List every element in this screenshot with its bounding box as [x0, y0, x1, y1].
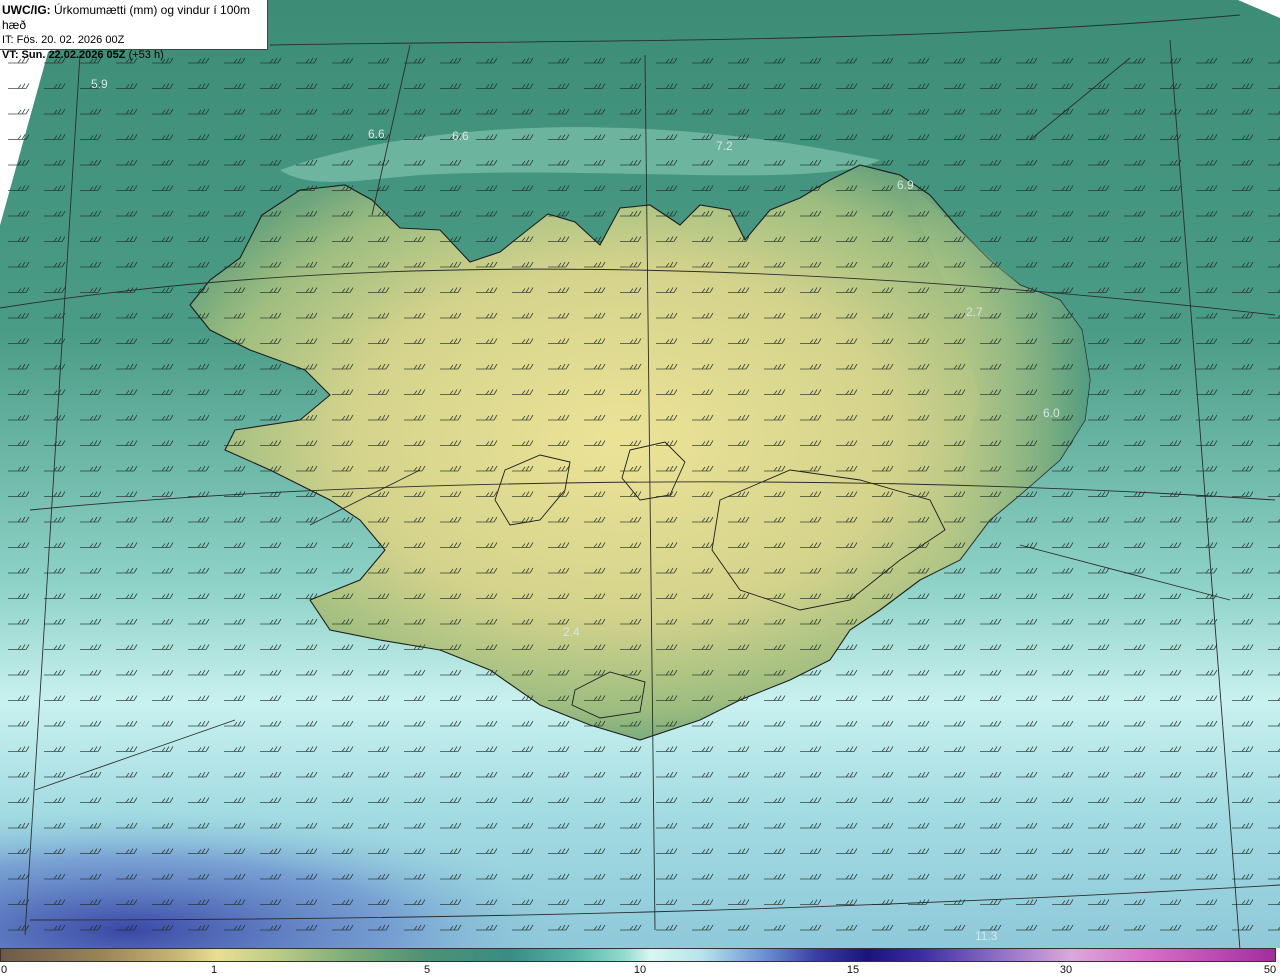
- map-value-label: 5.9: [91, 77, 108, 91]
- colorbar: 0 1 5 10 15 30 50: [0, 948, 1280, 978]
- map-value-label: 6.6: [368, 127, 385, 141]
- colorbar-tick: 1: [210, 964, 218, 976]
- map-value-label: 7.2: [716, 139, 733, 153]
- colorbar-tick: 50: [1263, 964, 1277, 976]
- init-time: IT: Fös. 20. 02. 2026 00Z: [2, 34, 125, 46]
- valid-time: VT: Sun. 22.02.2026 05Z (+53 h): [2, 48, 267, 63]
- map-value-label: 6.6: [452, 129, 469, 143]
- map-value-label: 11.3: [975, 929, 998, 943]
- valid-time-date: VT: Sun. 22.02.2026 05Z: [2, 49, 126, 61]
- map-info-box: UWC/IG: Úrkomumætti (mm) og vindur í 100…: [0, 0, 268, 61]
- map-value-label: 6.9: [897, 178, 914, 192]
- colorbar-tick: 15: [846, 964, 860, 976]
- forecast-lead-time: (+53 h): [128, 49, 164, 61]
- colorbar-tick: 5: [423, 964, 431, 976]
- map-value-label: 2.7: [966, 305, 983, 319]
- map-value-label: 2.4: [563, 625, 580, 639]
- colorbar-tick: 30: [1059, 964, 1073, 976]
- map-view[interactable]: 5.9 6.6 6.6 7.2 6.9 2.7 6.0 2.4 11.3 UWC…: [0, 0, 1280, 978]
- wind-barbs-field: [0, 40, 1280, 948]
- colorbar-tick: 0: [0, 964, 8, 976]
- product-code: UWC/IG:: [2, 3, 51, 17]
- map-value-label: 6.0: [1043, 406, 1060, 420]
- colorbar-tick: 10: [633, 964, 647, 976]
- map-title: UWC/IG: Úrkomumætti (mm) og vindur í 100…: [2, 3, 267, 33]
- colorbar-strip: [0, 948, 1276, 962]
- precipitation-wind-map: 5.9 6.6 6.6 7.2 6.9 2.7 6.0 2.4 11.3: [0, 0, 1280, 948]
